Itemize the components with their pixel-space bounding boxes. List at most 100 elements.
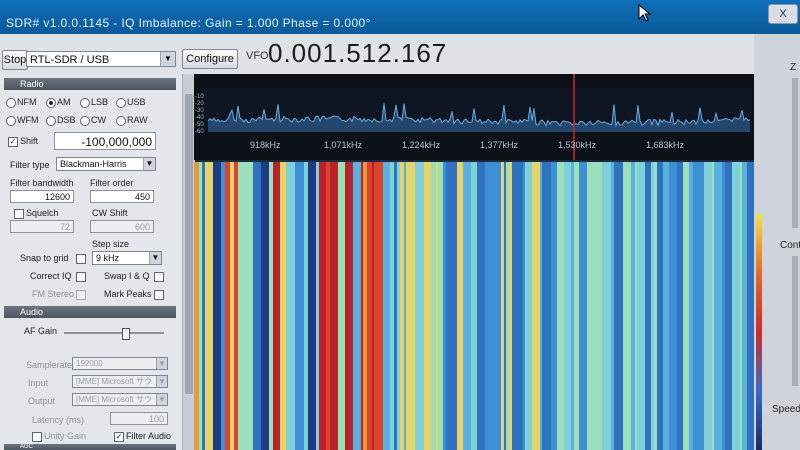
af-gain-label: AF Gain xyxy=(24,326,58,336)
filter-order-label: Filter order xyxy=(90,178,134,188)
radio-section-header[interactable]: Radio xyxy=(4,78,176,90)
squelch-input[interactable]: 72 xyxy=(10,220,74,233)
filter-bandwidth-label: Filter bandwidth xyxy=(10,178,74,188)
latency-input[interactable]: 100 xyxy=(110,412,168,425)
db-tick-2: -30 xyxy=(195,108,204,114)
unity-gain-checkbox[interactable] xyxy=(32,432,42,442)
waterfall-stripe xyxy=(383,162,390,450)
waterfall-stripe xyxy=(669,162,673,450)
mode-radio-raw[interactable] xyxy=(116,116,126,126)
waterfall-stripe xyxy=(326,162,330,450)
chevron-down-icon: ▼ xyxy=(160,52,175,66)
mark-peaks-checkbox[interactable] xyxy=(154,290,164,300)
swap-iq-checkbox[interactable] xyxy=(154,272,164,282)
title-bar: SDR# v1.0.0.1145 - IQ Imbalance: Gain = … xyxy=(0,0,800,34)
snap-to-grid-checkbox[interactable] xyxy=(76,254,86,264)
freq-tick-2: 1,224kHz xyxy=(402,140,441,150)
snap-to-grid-label: Snap to grid xyxy=(20,253,69,263)
waterfall-stripe xyxy=(637,162,645,450)
freq-tick-1: 1,071kHz xyxy=(324,140,363,150)
zoom-slider[interactable] xyxy=(792,78,798,228)
waterfall-stripe xyxy=(304,162,308,450)
mode-radio-nfm[interactable] xyxy=(6,98,16,108)
mode-radio-wfm[interactable] xyxy=(6,116,16,126)
mode-label-usb: USB xyxy=(127,97,146,107)
filter-type-select[interactable]: Blackman-Harris ▼ xyxy=(56,157,156,171)
filter-bandwidth-input[interactable]: 12600 xyxy=(10,190,74,203)
contrast-slider[interactable] xyxy=(792,256,798,386)
filter-order-input[interactable]: 450 xyxy=(90,190,154,203)
waterfall-stripe xyxy=(205,162,213,450)
filter-audio-checkbox[interactable]: ✓ xyxy=(114,432,124,442)
shift-input[interactable]: -100,000,000 xyxy=(54,132,156,150)
mode-radio-cw[interactable] xyxy=(80,116,90,126)
step-size-label: Step size xyxy=(92,239,130,249)
waterfall-stripe xyxy=(374,162,383,450)
waterfall-stripe xyxy=(525,162,532,450)
filter-audio-label: Filter Audio xyxy=(126,431,172,441)
waterfall-stripe xyxy=(540,162,542,450)
waterfall-image[interactable] xyxy=(194,162,754,450)
cw-shift-input[interactable]: 600 xyxy=(90,220,154,233)
swap-iq-label: Swap I & Q xyxy=(104,271,150,281)
step-size-select[interactable]: 9 kHz ▼ xyxy=(92,251,162,265)
waterfall-stripe xyxy=(512,162,518,450)
waterfall-stripe xyxy=(657,162,663,450)
waterfall-stripe xyxy=(234,162,238,450)
waterfall-stripe xyxy=(631,162,635,450)
mode-radio-lsb[interactable] xyxy=(80,98,90,108)
waterfall-stripe xyxy=(438,162,443,450)
waterfall-stripe xyxy=(568,162,571,450)
waterfall-stripe xyxy=(363,162,367,450)
stop-button[interactable]: Stop xyxy=(2,50,28,70)
settings-panel: Radio NFM AM LSB USB WFM DSB CW RAW ✓ Sh… xyxy=(0,74,183,450)
af-gain-slider[interactable] xyxy=(64,328,164,340)
mark-peaks-label: Mark Peaks xyxy=(104,289,152,299)
fm-stereo-checkbox[interactable] xyxy=(76,290,86,300)
spectrum-analyzer[interactable]: -10 -20 -30 -40 -50 -60 918kHz 1,071kHz 1,224… xyxy=(194,74,754,160)
chevron-down-icon: ▼ xyxy=(156,394,167,405)
samplerate-value: 192000 xyxy=(76,359,103,368)
waterfall-display[interactable] xyxy=(194,162,754,450)
af-gain-slider-thumb[interactable] xyxy=(122,328,130,340)
correct-iq-checkbox[interactable] xyxy=(76,272,86,282)
waterfall-stripe xyxy=(602,162,611,450)
waterfall-stripe xyxy=(397,162,400,450)
waterfall-stripe xyxy=(712,162,714,450)
device-select-value: RTL-SDR / USB xyxy=(30,54,110,66)
waterfall-stripe xyxy=(450,162,457,450)
waterfall-stripe xyxy=(747,162,754,450)
shift-checkbox[interactable]: ✓ xyxy=(8,137,18,147)
output-label: Output xyxy=(28,396,56,406)
mode-radio-dsb[interactable] xyxy=(46,116,56,126)
mode-radio-am[interactable] xyxy=(46,98,56,108)
shift-label: Shift xyxy=(20,136,39,146)
waterfall-stripe xyxy=(457,162,463,450)
close-button[interactable]: X xyxy=(768,4,798,24)
db-tick-4: -50 xyxy=(195,122,204,128)
waterfall-stripe xyxy=(351,162,353,450)
waterfall-stripe xyxy=(400,162,404,450)
cw-shift-label: CW Shift xyxy=(92,208,128,218)
waterfall-stripe xyxy=(367,162,372,450)
waterfall-stripe xyxy=(623,162,631,450)
waterfall-stripe xyxy=(532,162,540,450)
squelch-checkbox[interactable] xyxy=(14,209,24,219)
waterfall-stripe xyxy=(330,162,338,450)
input-device-select[interactable]: [MME] Microsoft サウ ▼ xyxy=(72,375,168,388)
agc-section-header[interactable]: AGC xyxy=(4,444,176,450)
audio-section-header[interactable]: Audio xyxy=(4,306,176,318)
settings-scrollbar-thumb[interactable] xyxy=(185,94,193,394)
waterfall-stripe xyxy=(404,162,406,450)
waterfall-stripe xyxy=(579,162,587,450)
configure-button[interactable]: Configure xyxy=(182,49,238,69)
mode-radio-usb[interactable] xyxy=(116,98,126,108)
waterfall-stripe xyxy=(394,162,397,450)
device-select[interactable]: RTL-SDR / USB ▼ xyxy=(26,51,176,67)
waterfall-stripe xyxy=(485,162,494,450)
freq-tick-0: 918kHz xyxy=(250,140,281,150)
samplerate-select[interactable]: 192000 ▼ xyxy=(72,357,168,370)
output-device-select[interactable]: [MME] Microsoft サウ ▼ xyxy=(72,393,168,406)
vfo-frequency-display[interactable]: 0.001.512.167 xyxy=(268,38,447,69)
speed-label: Speed xyxy=(772,404,800,415)
